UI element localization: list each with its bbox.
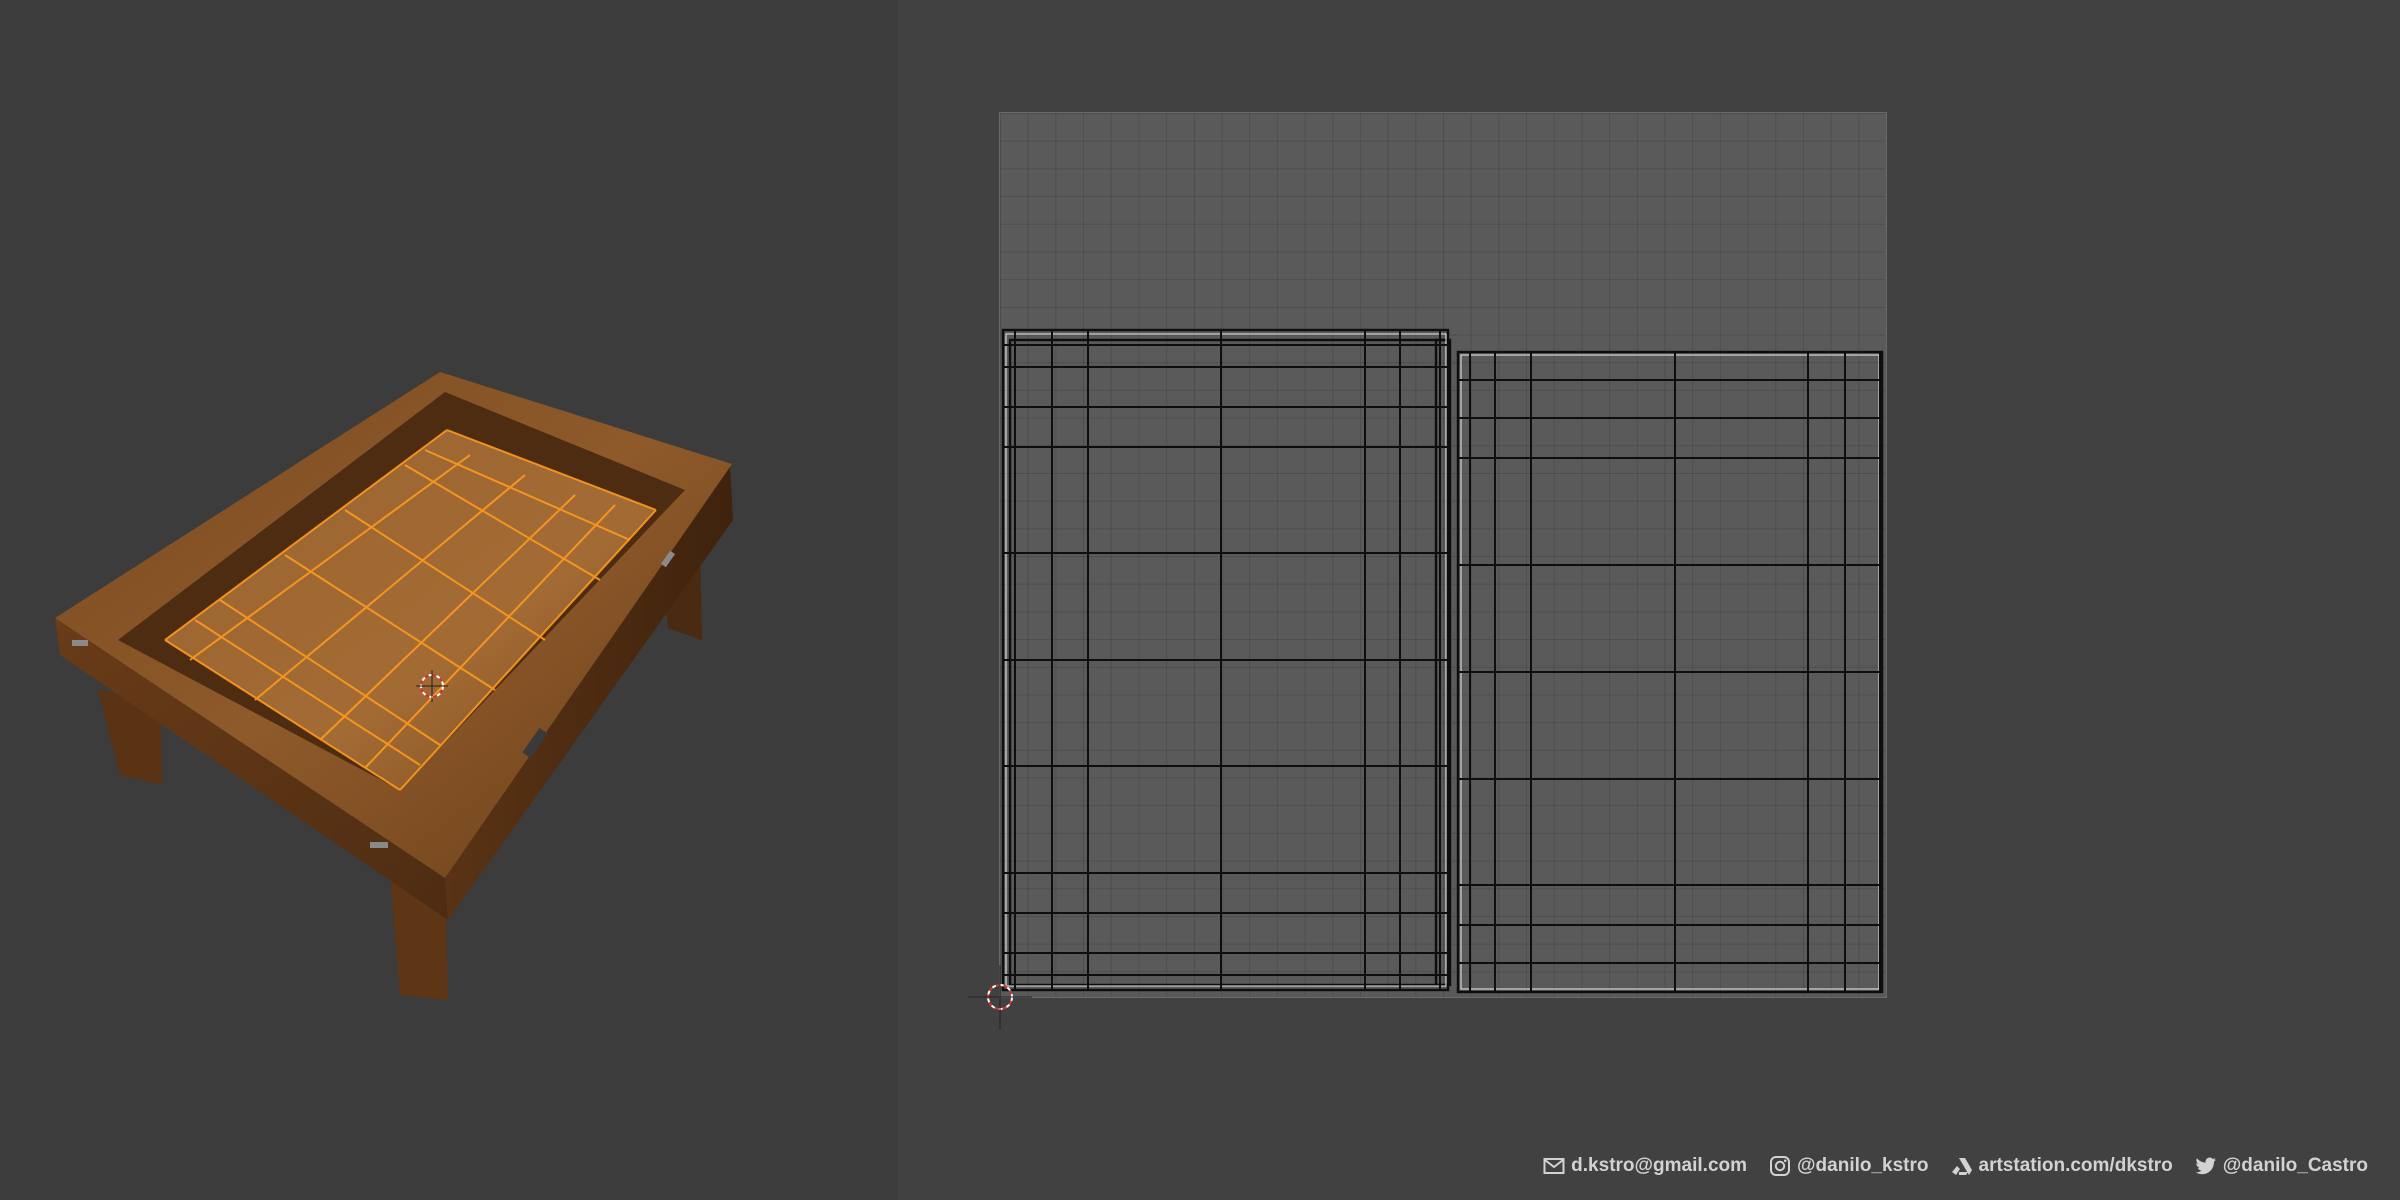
artstation-credit[interactable]: artstation.com/dkstro	[1951, 1155, 2173, 1177]
artstation-icon	[1951, 1158, 1972, 1175]
instagram-icon	[1770, 1156, 1791, 1176]
twitter-icon	[2195, 1157, 2216, 1174]
instagram-text: @danilo_kstro	[1797, 1155, 1929, 1176]
twitter-credit[interactable]: @danilo_Castro	[2195, 1155, 2368, 1177]
uv-islands[interactable]	[0, 0, 2400, 1200]
email-text: d.kstro@gmail.com	[1571, 1155, 1748, 1176]
credits-footer: d.kstro@gmail.com @danilo_kstro artstati…	[1543, 1152, 2368, 1180]
artstation-text: artstation.com/dkstro	[1978, 1155, 2173, 1176]
twitter-text: @danilo_Castro	[2222, 1155, 2368, 1176]
email-credit[interactable]: d.kstro@gmail.com	[1543, 1155, 1747, 1177]
instagram-credit[interactable]: @danilo_kstro	[1769, 1155, 1929, 1177]
mail-icon	[1543, 1158, 1565, 1174]
